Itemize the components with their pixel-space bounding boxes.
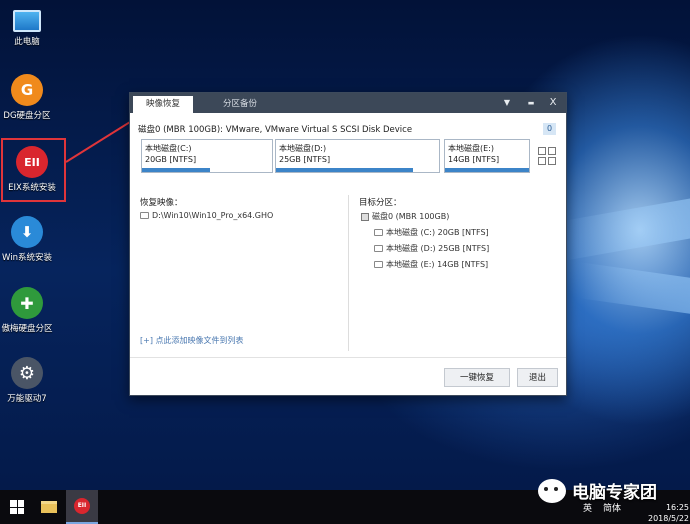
target-partition-label: 本地磁盘 (D:) 25GB [NTFS]: [386, 244, 490, 253]
driver-gear-icon: ⚙: [11, 357, 43, 389]
minimize-icon[interactable]: ▬: [520, 93, 542, 113]
partition-name: 本地磁盘(E:): [448, 144, 494, 153]
partition-info: 20GB [NTFS]: [145, 155, 197, 164]
footer-divider: [130, 357, 566, 358]
folder-icon: [374, 261, 383, 268]
target-partition-item[interactable]: 本地磁盘 (D:) 25GB [NTFS]: [374, 243, 489, 254]
desktop-icon-label: 傲梅硬盘分区: [1, 324, 53, 334]
clock-date: 2018/5/22: [648, 514, 690, 523]
folder-icon: [41, 501, 57, 513]
light-beam: [580, 262, 690, 314]
desktop-icon-dg-partition[interactable]: G DG硬盘分区: [0, 74, 54, 121]
target-disk-item[interactable]: 磁盘0 (MBR 100GB): [361, 211, 449, 222]
target-disk-label: 磁盘0 (MBR 100GB): [372, 212, 450, 221]
tab-partition-backup[interactable]: 分区备份: [210, 96, 270, 113]
disk-icon: [361, 212, 369, 221]
desktop-icon-label: 万能驱动7: [7, 394, 47, 404]
desktop-icon-driver[interactable]: ⚙ 万能驱动7: [0, 357, 54, 404]
watermark-text: 电脑专家团: [572, 483, 657, 503]
partition-c[interactable]: 本地磁盘(C:) 20GB [NTFS]: [141, 139, 273, 173]
selection-highlight: [1, 138, 66, 202]
dropdown-icon[interactable]: ▼: [496, 93, 518, 113]
partition-name: 本地磁盘(D:): [279, 144, 327, 153]
folder-icon: [374, 229, 383, 236]
desktop-icon-win-install[interactable]: ⬇ Win系统安装: [0, 216, 54, 263]
watermark: 电脑专家团: [538, 478, 657, 503]
taskbar-file-explorer[interactable]: [34, 490, 64, 524]
close-icon[interactable]: X: [542, 93, 564, 113]
wechat-logo-icon: [538, 478, 566, 503]
disk-badge: 0: [543, 123, 556, 135]
image-restore-dialog: 映像恢复 分区备份 ▼ ▬ X 磁盘0 (MBR 100GB): VMware,…: [129, 92, 567, 396]
disk-title: 磁盘0 (MBR 100GB): VMware, VMware Virtual …: [138, 125, 413, 135]
image-file-path: D:\Win10\Win10_Pro_x64.GHO: [152, 211, 274, 220]
target-partition-title: 目标分区：: [359, 198, 402, 208]
target-partition-item[interactable]: 本地磁盘 (C:) 20GB [NTFS]: [374, 227, 489, 238]
desktop-icon-label: Win系统安装: [2, 253, 52, 263]
target-partition-item[interactable]: 本地磁盘 (E:) 14GB [NTFS]: [374, 259, 488, 270]
partition-usage-bar: [445, 168, 529, 172]
partition-info: 25GB [NTFS]: [279, 155, 331, 164]
image-file-icon: [140, 212, 149, 219]
desktop-icon-this-pc[interactable]: 此电脑: [0, 6, 54, 47]
partition-info: 14GB [NTFS]: [448, 155, 500, 164]
partition-e[interactable]: 本地磁盘(E:) 14GB [NTFS]: [444, 139, 530, 173]
eix-app-icon: EII: [74, 498, 90, 514]
target-partition-label: 本地磁盘 (E:) 14GB [NTFS]: [386, 260, 489, 269]
one-click-restore-button[interactable]: 一键恢复: [444, 368, 510, 387]
desktop-icon-label: 此电脑: [14, 37, 40, 47]
partition-name: 本地磁盘(C:): [145, 144, 192, 153]
desktop-icon-aomei-partition[interactable]: ✚ 傲梅硬盘分区: [0, 287, 54, 334]
add-image-link[interactable]: [+] 点此添加映像文件到列表: [140, 335, 244, 346]
clock-time: 16:25: [665, 503, 690, 512]
layout-grid-icon[interactable]: [538, 147, 556, 165]
start-button[interactable]: [0, 490, 34, 524]
tray-clock[interactable]: 16:25 2018/5/22: [648, 502, 689, 524]
taskbar-eix-app[interactable]: EII: [66, 490, 98, 524]
restore-image-title: 恢复映像：: [140, 198, 183, 208]
partition-usage-bar: [142, 168, 210, 172]
target-partition-label: 本地磁盘 (C:) 20GB [NTFS]: [386, 228, 489, 237]
windows-logo-icon: [10, 500, 24, 514]
exit-button[interactable]: 退出: [517, 368, 558, 387]
image-file-item[interactable]: D:\Win10\Win10_Pro_x64.GHO: [140, 211, 273, 220]
light-beam: [560, 198, 690, 262]
desktop-icon-label: DG硬盘分区: [3, 111, 51, 121]
panel-divider: [348, 195, 349, 351]
partition-d[interactable]: 本地磁盘(D:) 25GB [NTFS]: [275, 139, 440, 173]
folder-icon: [374, 245, 383, 252]
partition-usage-bar: [276, 168, 413, 172]
dialog-titlebar: 映像恢复 分区备份 ▼ ▬ X: [130, 93, 566, 113]
tab-image-restore[interactable]: 映像恢复: [133, 96, 193, 113]
win-install-icon: ⬇: [11, 216, 43, 248]
computer-icon: [13, 10, 41, 32]
dg-partition-icon: G: [11, 74, 43, 106]
aomei-partition-icon: ✚: [11, 287, 43, 319]
